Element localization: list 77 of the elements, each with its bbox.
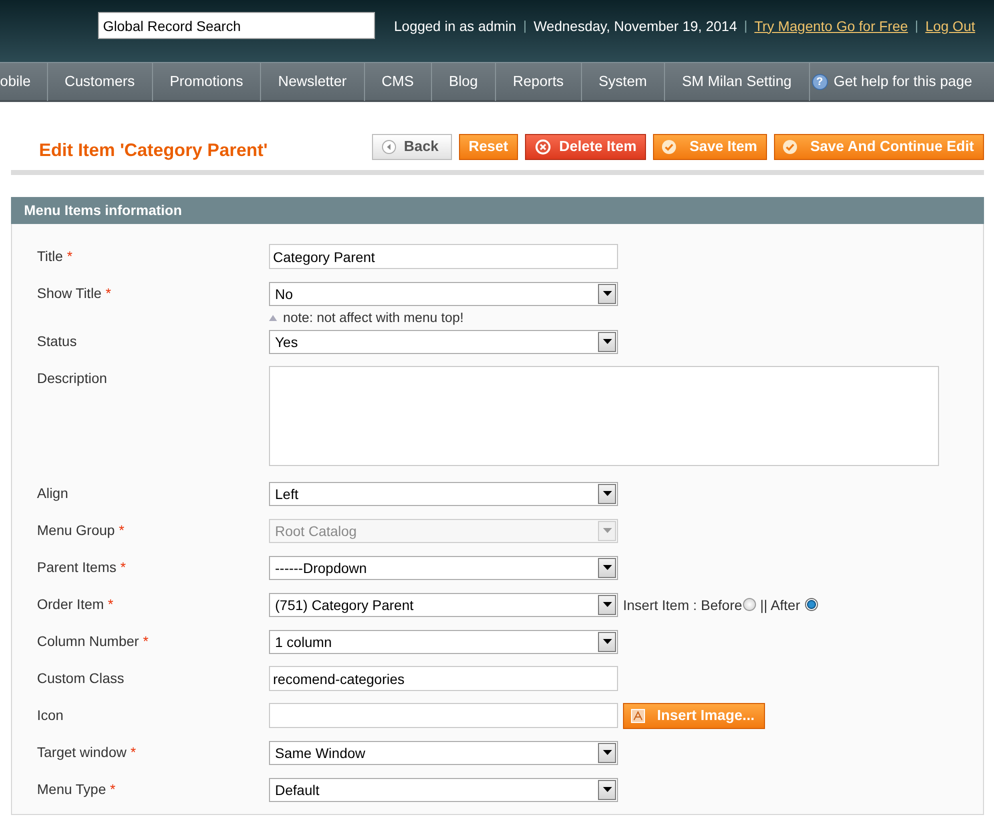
required-mark: *	[66, 248, 72, 264]
nav-item[interactable]: obile	[0, 62, 48, 100]
radio-button[interactable]	[743, 598, 756, 611]
field-label: Icon	[36, 706, 64, 725]
separator: |	[744, 18, 748, 33]
header-link[interactable]: Try Magento Go for Free	[754, 18, 908, 34]
select-field[interactable]: ------Dropdown	[269, 556, 618, 580]
field-label: Align	[36, 484, 70, 503]
dropdown-arrow-icon	[602, 565, 612, 570]
header-text: Wednesday, November 19, 2014	[534, 18, 737, 34]
header-text: Logged in as admin	[394, 18, 516, 34]
field-label: Menu Type *	[36, 780, 116, 799]
nav-item[interactable]: Blog	[432, 62, 496, 100]
text-field[interactable]	[269, 703, 618, 728]
required-mark: *	[130, 744, 136, 760]
nav-item[interactable]: Customers	[48, 62, 153, 100]
field-label: Parent Items *	[36, 558, 127, 577]
select-field[interactable]: Yes	[269, 330, 618, 354]
check-icon	[661, 139, 678, 155]
field-label: Custom Class	[36, 669, 126, 688]
dropdown-arrow-icon	[602, 787, 612, 792]
dropdown-arrow-icon	[602, 291, 612, 296]
select-field[interactable]: Same Window	[269, 740, 618, 764]
nav-item[interactable]: CMS	[364, 62, 432, 100]
dropdown-arrow-icon	[602, 528, 612, 533]
nav-item[interactable]: Reports	[496, 62, 582, 100]
separator: |	[914, 18, 918, 33]
action-button[interactable]: Delete Item	[525, 134, 646, 160]
field-label: Title *	[36, 247, 74, 266]
required-mark: *	[120, 559, 126, 575]
dropdown-arrow-icon	[602, 750, 612, 755]
field-label: Target window *	[36, 743, 137, 762]
required-mark: *	[118, 522, 124, 538]
field-label: Order Item *	[36, 595, 114, 614]
select-field[interactable]: 1 column	[269, 630, 618, 654]
text-area[interactable]	[269, 366, 939, 466]
note-text: note: not affect with menu top!	[283, 310, 464, 325]
dropdown-arrow-icon	[602, 339, 612, 344]
dropdown-arrow-icon	[602, 602, 612, 607]
required-mark: *	[108, 596, 114, 612]
select-field[interactable]: Left	[269, 482, 618, 506]
required-mark: *	[106, 285, 112, 301]
select-field[interactable]: No	[269, 282, 618, 306]
image-icon	[631, 708, 645, 722]
radio-button[interactable]	[805, 598, 818, 611]
help-icon: ?	[812, 74, 828, 90]
nav-item[interactable]: Promotions	[152, 62, 262, 100]
required-mark: *	[110, 781, 116, 797]
radio-label: || After	[760, 596, 800, 612]
text-field[interactable]: Category Parent	[269, 244, 618, 269]
field-label: Status	[36, 332, 78, 351]
search-field[interactable]: Global Record Search	[98, 12, 375, 39]
dropdown-arrow-icon	[602, 491, 612, 496]
radio-label: Before	[700, 596, 742, 612]
field-label: Description	[36, 369, 108, 388]
back-icon	[382, 140, 396, 154]
insert-label: Insert Item :	[623, 596, 697, 612]
help-link[interactable]: ? Get help for this page	[810, 74, 972, 90]
action-button[interactable]: Back	[372, 134, 452, 160]
dropdown-arrow-icon	[602, 639, 612, 644]
nav-item[interactable]: Newsletter	[261, 62, 365, 100]
nav-item[interactable]: SM Milan Setting	[664, 62, 810, 100]
header-link[interactable]: Log Out	[925, 18, 976, 34]
field-label: Column Number *	[36, 632, 150, 651]
check-icon	[782, 139, 798, 155]
nav-item[interactable]: System	[582, 62, 665, 100]
section-header: Menu Items information	[11, 197, 984, 224]
delete-icon	[535, 139, 552, 155]
required-mark: *	[142, 633, 148, 649]
field-label: Show Title *	[36, 284, 112, 303]
select-field[interactable]: Default	[269, 778, 618, 802]
select-field[interactable]: (751) Category Parent	[269, 592, 618, 616]
note-arrow-icon	[269, 314, 277, 320]
separator: |	[523, 18, 527, 33]
field-label: Menu Group *	[36, 521, 126, 540]
text-field[interactable]: recomend-categories	[269, 666, 618, 691]
page-title: Edit Item 'Category Parent'	[39, 140, 268, 160]
